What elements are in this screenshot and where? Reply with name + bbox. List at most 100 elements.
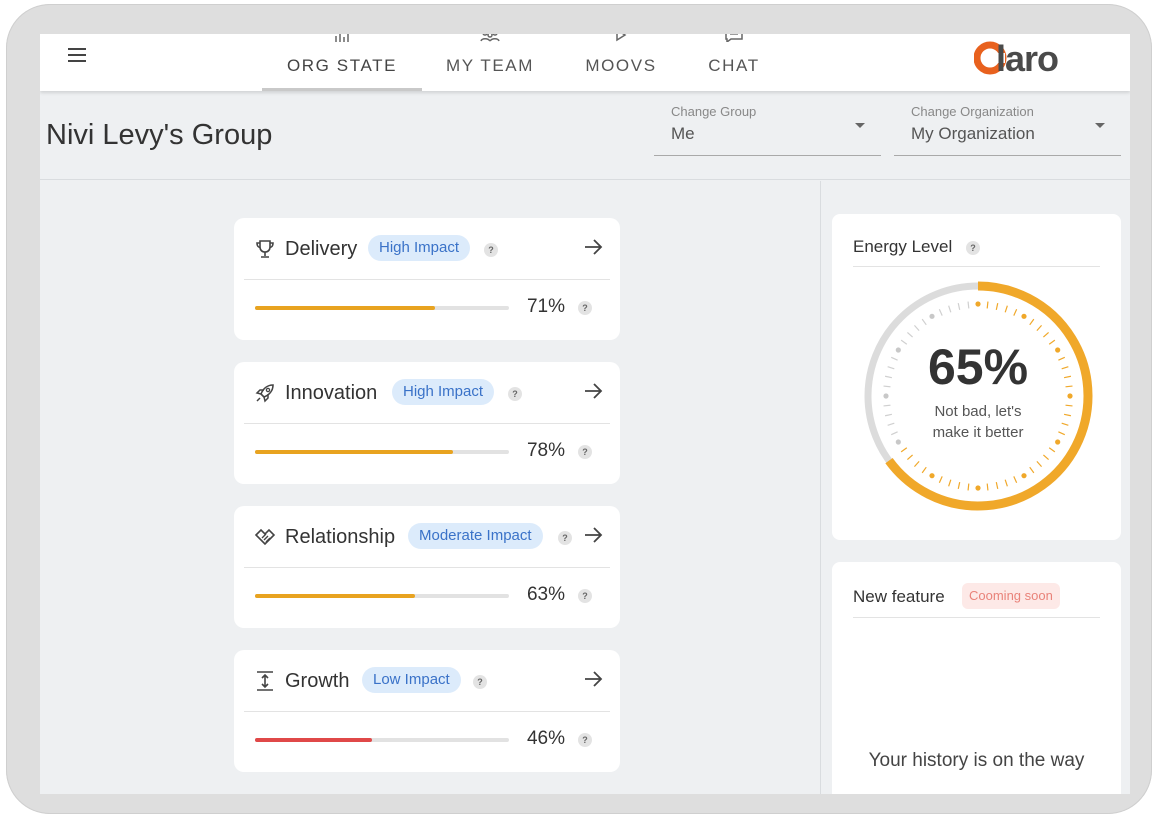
- top-navbar: ORG STATE MY TEAM MOOVS CHAT laro: [40, 34, 1130, 91]
- app-screen: ORG STATE MY TEAM MOOVS CHAT laro Nivi L…: [40, 34, 1130, 794]
- help-icon[interactable]: ?: [578, 733, 592, 747]
- arrow-right-icon[interactable]: [582, 668, 604, 690]
- help-icon[interactable]: ?: [578, 589, 592, 603]
- metric-name: Delivery: [285, 238, 358, 260]
- energy-gauge: 65% Not bad, let's make it better: [858, 276, 1098, 516]
- gauge-tick: [957, 481, 961, 490]
- page-header: Nivi Levy's Group Change Group Me Change…: [40, 91, 1130, 180]
- gauge-tick: [913, 324, 920, 332]
- change-organization-select[interactable]: Change Organization My Organization: [894, 103, 1121, 156]
- energy-message-line2: make it better: [932, 424, 1024, 441]
- change-organization-value: My Organization: [911, 124, 1035, 143]
- metric-name: Growth: [285, 670, 350, 692]
- tablet-frame: ORG STATE MY TEAM MOOVS CHAT laro Nivi L…: [6, 4, 1152, 814]
- help-icon[interactable]: ?: [578, 445, 592, 459]
- help-icon[interactable]: ?: [578, 301, 592, 315]
- metric-percent: 78%: [526, 440, 565, 461]
- gauge-tick: [906, 331, 914, 338]
- play-icon: [616, 34, 627, 42]
- tab-my-team[interactable]: MY TEAM: [422, 34, 558, 91]
- chat-icon: [725, 34, 743, 42]
- gauge-tick: [1013, 308, 1018, 316]
- metric-card-relationship[interactable]: Relationship Moderate Impact ? 63% ?: [234, 506, 620, 628]
- gauge-tick-dot: [1021, 313, 1027, 319]
- gauge-tick: [900, 447, 908, 453]
- metric-name: Innovation: [285, 382, 378, 404]
- arrow-right-icon[interactable]: [582, 524, 604, 546]
- help-icon[interactable]: ?: [558, 531, 572, 545]
- tab-moovs[interactable]: MOOVS: [558, 34, 684, 91]
- change-organization-label: Change Organization: [911, 104, 1034, 119]
- help-icon[interactable]: ?: [966, 241, 980, 255]
- metric-card-header: Relationship Moderate Impact ?: [244, 506, 610, 568]
- change-group-select[interactable]: Change Group Me: [654, 103, 881, 156]
- expand-vertical-icon: [257, 671, 273, 691]
- energy-percent: 65%: [927, 339, 1029, 395]
- metric-percent: 63%: [526, 584, 565, 605]
- metric-card-header: Innovation High Impact ?: [244, 362, 610, 424]
- gauge-tick: [948, 479, 952, 487]
- progress-bar: [255, 594, 509, 598]
- arrow-right-icon[interactable]: [582, 236, 604, 258]
- progress-bar-fill: [255, 594, 416, 598]
- metric-card-delivery[interactable]: Delivery High Impact ? 71% ?: [234, 218, 620, 340]
- metric-percent: 71%: [526, 296, 565, 317]
- metric-card-innovation[interactable]: Innovation High Impact ? 78% ?: [234, 362, 620, 484]
- new-feature-title: New feature: [853, 587, 945, 606]
- chart-icon: [335, 34, 349, 42]
- column-divider: [820, 181, 821, 794]
- trophy-icon: [256, 240, 274, 258]
- history-message: Your history is on the way: [868, 750, 1085, 771]
- energy-level-title: Energy Level: [853, 237, 953, 256]
- progress-bar: [255, 306, 509, 310]
- progress-bar-fill: [255, 450, 454, 454]
- metric-card-header: Delivery High Impact ?: [244, 218, 610, 280]
- new-feature-card: New feature Cooming soon Your history is…: [832, 562, 1121, 794]
- gauge-tick-dot: [929, 473, 935, 479]
- tab-org-state[interactable]: ORG STATE: [262, 34, 422, 91]
- rocket-icon: [255, 384, 274, 403]
- chevron-down-icon: [855, 123, 865, 128]
- progress-bar-fill: [255, 738, 372, 742]
- metric-percent: 46%: [526, 728, 565, 749]
- tab-moovs-label: MOOVS: [585, 56, 657, 75]
- progress-bar-fill: [255, 306, 436, 310]
- tab-org-state-label: ORG STATE: [286, 56, 398, 75]
- energy-gauge-ring: [864, 281, 1093, 511]
- gauge-tick: [1036, 324, 1043, 332]
- handshake-icon: [254, 528, 276, 546]
- hamburger-menu-icon[interactable]: [66, 46, 90, 64]
- gauge-tick: [967, 301, 970, 309]
- gauge-tick: [1029, 318, 1035, 326]
- metric-card-growth[interactable]: Growth Low Impact ? 46% ?: [234, 650, 620, 772]
- gauge-tick: [986, 483, 989, 491]
- svg-text:laro: laro: [996, 38, 1058, 79]
- help-icon[interactable]: ?: [484, 243, 498, 257]
- gauge-tick-dot: [1021, 473, 1027, 479]
- gauge-tick: [1004, 479, 1008, 487]
- tab-chat[interactable]: CHAT: [684, 34, 784, 91]
- gauge-tick: [967, 483, 970, 491]
- impact-badge: High Impact: [368, 235, 471, 261]
- gauge-tick-dot: [929, 313, 935, 319]
- gauge-tick: [906, 454, 914, 461]
- claro-logo: laro: [974, 38, 1059, 79]
- gauge-tick: [986, 301, 989, 309]
- gauge-tick: [1004, 305, 1008, 313]
- gauge-tick: [957, 302, 961, 311]
- energy-message-line1: Not bad, let's: [934, 403, 1022, 420]
- gauge-tick: [1048, 447, 1056, 453]
- arrow-right-icon[interactable]: [582, 380, 604, 402]
- gauge-tick: [921, 466, 927, 474]
- change-group-value: Me: [671, 124, 695, 143]
- help-icon[interactable]: ?: [473, 675, 487, 689]
- gauge-tick: [995, 302, 999, 311]
- divider: [853, 266, 1100, 267]
- change-group-label: Change Group: [671, 104, 757, 119]
- help-icon[interactable]: ?: [508, 387, 522, 401]
- tab-chat-label: CHAT: [708, 56, 760, 75]
- divider: [853, 617, 1100, 618]
- impact-badge: High Impact: [392, 379, 495, 405]
- gauge-tick-dot: [975, 301, 981, 307]
- gauge-tick: [1029, 466, 1035, 474]
